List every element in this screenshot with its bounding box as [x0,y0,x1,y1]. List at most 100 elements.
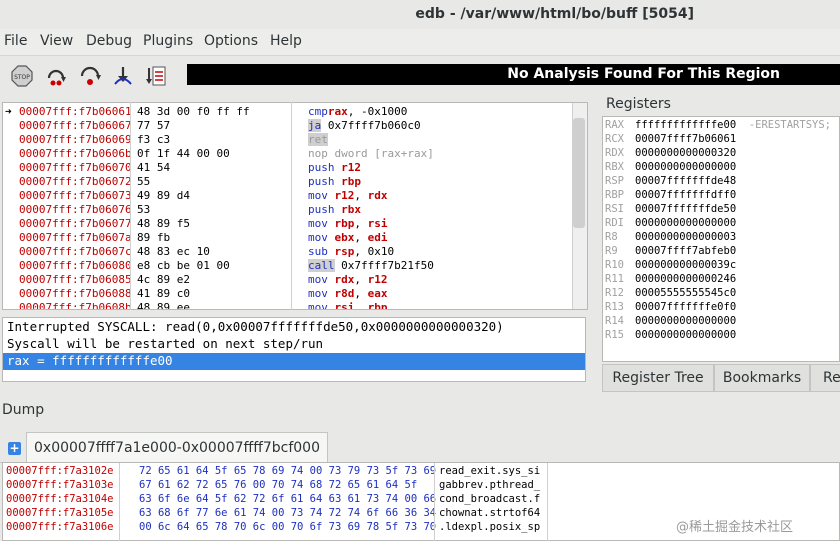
operand: r12 [327,189,355,202]
list-icon[interactable] [144,64,168,88]
register-value: 000000000000039c [635,259,737,271]
operand: rbp [334,175,361,188]
disasm-row[interactable]: ➜ 00007fff:f7b06061 48 3d 00 f0 ff ff cmpra… [3,105,573,119]
dump-row[interactable]: 00007fff:f7a3102e 72 65 61 64 5f 65 78 69… [3,464,839,478]
menu-plugins[interactable]: Plugins [143,33,193,49]
dump-row[interactable]: 00007fff:f7a3104e 63 6f 6e 64 5f 62 72 6f… [3,492,839,506]
disasm-row[interactable]: 00007fff:f7b06067 77 57 ja 0x7ffff7b060c0 [3,119,573,133]
registers-title: Registers [606,96,671,112]
disasm-row[interactable]: 00007fff:f7b06080 e8 cb be 01 00 call 0x7f… [3,259,573,273]
instruction-text: push rbp [308,175,361,189]
register-value: 00007fffffffe0f0 [635,301,737,313]
menu-debug[interactable]: Debug [86,33,132,49]
instruction-bytes: f3 c3 [137,133,171,146]
watermark: @稀土掘金技术社区 [676,520,794,535]
operand: 0x7ffff7b060c0 [321,119,421,132]
tab-registers[interactable]: Re [810,364,840,392]
register-value: 00007ffff7abfeb0 [635,245,737,257]
register-row[interactable]: R11 0000000000000246 [605,272,736,286]
mnemonic: mov [308,231,328,244]
instruction-address: 00007fff:f7b06067 [19,119,132,132]
operand: rdx [367,189,388,202]
dump-hex: 00 6c 64 65 78 70 6c 00 70 6f 73 69 78 5… [139,521,437,533]
disasm-row[interactable]: 00007fff:f7b06076 53 push rbx [3,203,573,217]
instruction-text: call 0x7ffff7b21f50 [308,259,434,273]
operand: , [354,189,368,202]
instruction-address: 00007fff:f7b0606b [19,147,132,160]
disasm-row[interactable]: 00007fff:f7b06088 41 89 c0 mov r8d, eax [3,287,573,301]
operand: r12 [367,273,388,286]
register-row[interactable]: RDX 0000000000000320 [605,146,736,160]
register-row[interactable]: RSI 00007fffffffde50 [605,202,736,216]
register-row[interactable]: R10 000000000000039c [605,258,736,272]
menu-help[interactable]: Help [270,33,302,49]
dump-ascii: cond_broadcast.f [439,493,541,505]
tab-bookmarks[interactable]: Bookmarks [714,364,810,392]
instruction-text: nop dword [rax+rax] [308,147,434,161]
register-row[interactable]: RDI 0000000000000000 [605,216,736,230]
register-comment: -ERESTARTSYS; [736,119,831,131]
window-title: edb - /var/www/html/bo/buff [5054] [415,6,694,22]
disasm-row[interactable]: 00007fff:f7b0606b 0f 1f 44 00 00 nop dword… [3,147,573,161]
register-row[interactable]: RSP 00007fffffffde48 [605,174,736,188]
registers-panel[interactable]: RAX fffffffffffffe00 -ERESTARTSYS; RCX 0000… [602,116,840,362]
instruction-address: 00007fff:f7b06077 [19,217,132,230]
register-row[interactable]: R9 00007ffff7abfeb0 [605,244,736,258]
disasm-row[interactable]: 00007fff:f7b06070 41 54 push r12 [3,161,573,175]
register-row[interactable]: R8 0000000000000003 [605,230,736,244]
tab-register-tree[interactable]: Register Tree [602,364,714,392]
instruction-text: push r12 [308,161,361,175]
instruction-bytes: 48 3d 00 f0 ff ff [137,105,250,118]
instruction-text: push rbx [308,203,361,217]
register-row[interactable]: RBP 00007fffffffdff0 [605,188,736,202]
register-row[interactable]: R15 0000000000000000 [605,328,736,342]
disasm-row[interactable]: 00007fff:f7b0607c 48 83 ec 10 sub rsp, 0x1… [3,245,573,259]
instruction-address: 00007fff:f7b06085 [19,273,132,286]
mnemonic: push [308,175,335,188]
dump-row[interactable]: 00007fff:f7a3103e 67 61 62 72 65 76 00 70… [3,478,839,492]
instruction-address: 00007fff:f7b0608b [19,301,132,310]
disassembly-panel[interactable]: ➜ 00007fff:f7b06061 48 3d 00 f0 ff ff cmpra… [2,102,588,310]
instruction-text: mov r12, rdx [308,189,388,203]
dump-ascii: gabbrev.pthread_ [439,479,541,491]
disasm-row[interactable]: 00007fff:f7b0608b 48 89 ee mov rsi, rbp [3,301,573,310]
register-name: R15 [605,329,624,341]
menu-view[interactable]: View [40,33,73,49]
syscall-message-box[interactable]: Interrupted SYSCALL: read(0,0x00007fffff… [2,317,586,382]
column-divider [434,463,435,541]
message-line-selected[interactable]: rax = fffffffffffffe00 [7,353,173,369]
disasm-row[interactable]: 00007fff:f7b06072 55 push rbp [3,175,573,189]
disasm-row[interactable]: 00007fff:f7b0607a 89 fb mov ebx, edi [3,231,573,245]
register-row[interactable]: R12 00005555555545c0 [605,286,736,300]
instruction-address: 00007fff:f7b0607c [19,245,132,258]
operand: ebx [327,231,355,244]
dump-region-tab[interactable]: 0x00007ffff7a1e000-0x00007ffff7bcf000 [26,432,328,463]
operand: rax [327,105,348,118]
step-over-icon[interactable] [111,64,135,88]
disasm-row[interactable]: 00007fff:f7b06073 49 89 d4 mov r12, rdx [3,189,573,203]
register-row[interactable]: R13 00007fffffffe0f0 [605,300,736,314]
add-tab-icon[interactable]: + [8,442,21,455]
menu-file[interactable]: File [4,33,27,49]
column-divider [119,463,120,541]
operand: eax [367,287,388,300]
instruction-bytes: 0f 1f 44 00 00 [137,147,230,160]
operand: , [354,301,368,310]
step-into-icon[interactable] [78,64,102,88]
register-name: RBP [605,189,624,201]
register-value: 0000000000000003 [635,231,737,243]
run-icon[interactable] [44,64,68,88]
disasm-row[interactable]: 00007fff:f7b06069 f3 c3 ret [3,133,573,147]
instruction-text: mov ebx, edi [308,231,388,245]
register-name: R9 [605,245,618,257]
disasm-row[interactable]: 00007fff:f7b06077 48 89 f5 mov rbp, rsi [3,217,573,231]
mnemonic: cmp [308,105,328,118]
register-row[interactable]: R14 0000000000000000 [605,314,736,328]
scrollbar-thumb[interactable] [573,118,585,228]
register-row[interactable]: RBX 0000000000000000 [605,160,736,174]
stop-icon[interactable]: STOP [10,64,34,88]
disasm-row[interactable]: 00007fff:f7b06085 4c 89 e2 mov rdx, r12 [3,273,573,287]
register-row[interactable]: RCX 00007ffff7b06061 [605,132,736,146]
menu-options[interactable]: Options [204,33,258,49]
register-row[interactable]: RAX fffffffffffffe00 -ERESTARTSYS; [605,118,831,132]
